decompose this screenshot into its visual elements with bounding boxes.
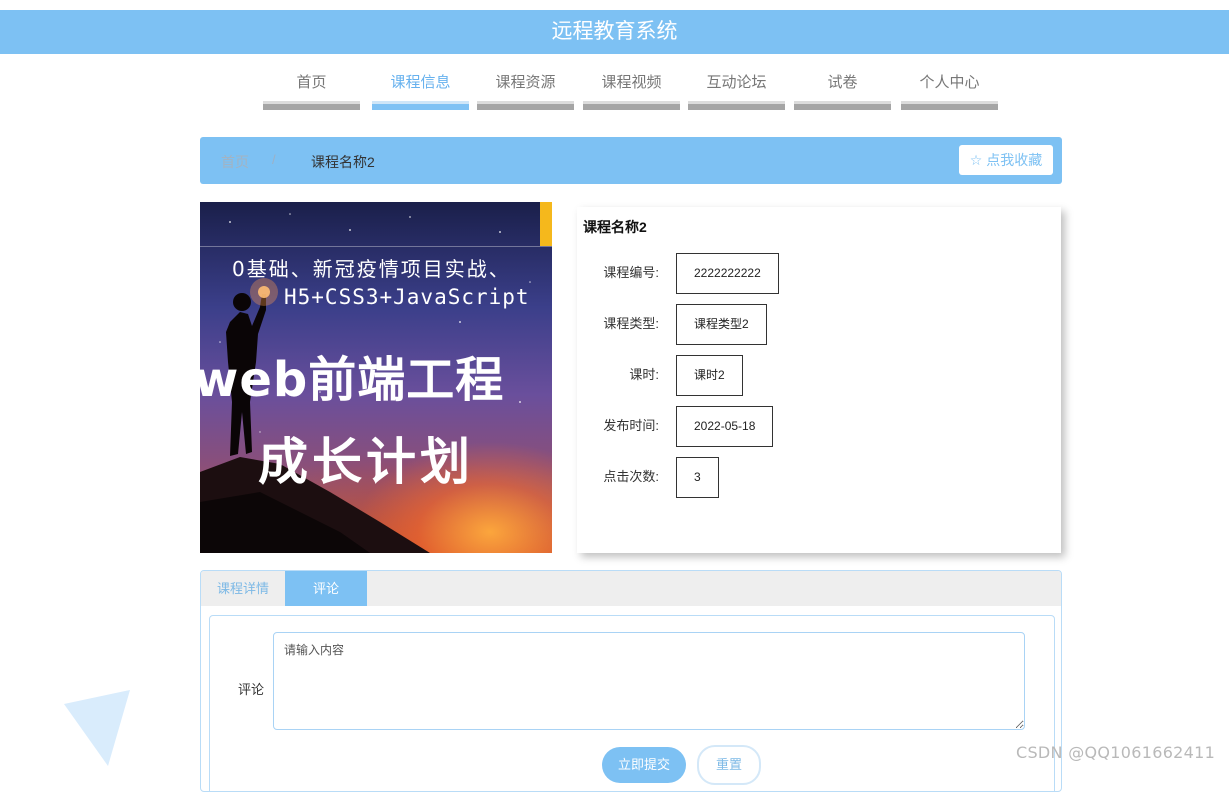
nav-item-underline bbox=[688, 101, 785, 110]
course-title: 课程名称2 bbox=[583, 219, 647, 235]
nav-item-course-info[interactable]: 课程信息 bbox=[372, 72, 469, 110]
nav-item-forum[interactable]: 互动论坛 bbox=[688, 72, 785, 110]
cover-text-line3: web前端工程 bbox=[200, 352, 505, 408]
cover-corner-tag bbox=[540, 202, 552, 246]
favorite-button[interactable]: ☆ 点我收藏 bbox=[959, 145, 1053, 175]
nav-item-label: 试卷 bbox=[827, 74, 858, 91]
site-header: 远程教育系统 bbox=[0, 10, 1229, 54]
cover-text-line1: 0基础、新冠疫情项目实战、 bbox=[232, 257, 511, 281]
nav-item-exam[interactable]: 试卷 bbox=[794, 72, 891, 110]
info-value: 3 bbox=[676, 457, 719, 498]
nav-item-home[interactable]: 首页 bbox=[263, 72, 360, 110]
nav-item-profile[interactable]: 个人中心 bbox=[901, 72, 998, 110]
main-nav: 首页 课程信息 课程资源 课程视频 互动论坛 试卷 个人中心 bbox=[0, 72, 1229, 112]
info-label: 课时: bbox=[629, 367, 659, 382]
cover-divider bbox=[200, 246, 552, 247]
comment-label: 评论 bbox=[238, 682, 265, 697]
comment-form: 评论 立即提交 重置 bbox=[209, 615, 1055, 791]
comment-textarea[interactable] bbox=[273, 632, 1025, 730]
nav-item-underline bbox=[263, 101, 360, 110]
info-label: 发布时间: bbox=[603, 418, 659, 433]
favorite-button-label: ☆ 点我收藏 bbox=[969, 152, 1043, 168]
course-tabs-panel: 课程详情 评论 评论 立即提交 重置 bbox=[200, 570, 1062, 792]
nav-item-course-resources[interactable]: 课程资源 bbox=[477, 72, 574, 110]
nav-item-label: 课程资源 bbox=[495, 74, 556, 91]
nav-item-label: 课程视频 bbox=[601, 74, 662, 91]
reset-button[interactable]: 重置 bbox=[697, 745, 761, 785]
tabs-header: 课程详情 评论 bbox=[201, 571, 1061, 606]
nav-item-label: 互动论坛 bbox=[706, 74, 767, 91]
nav-item-label: 课程信息 bbox=[390, 74, 451, 91]
nav-item-label: 个人中心 bbox=[919, 74, 980, 91]
info-value: 2222222222 bbox=[676, 253, 779, 294]
course-cover-image: 0基础、新冠疫情项目实战、 H5+CSS3+JavaScript web前端工程… bbox=[200, 202, 552, 553]
csdn-watermark: CSDN @QQ1061662411 bbox=[1016, 743, 1216, 762]
info-value: 课程类型2 bbox=[676, 304, 767, 345]
cover-text-line2: H5+CSS3+JavaScript bbox=[284, 285, 530, 309]
info-label: 课程类型: bbox=[603, 316, 659, 331]
top-band bbox=[0, 0, 1229, 10]
nav-item-label: 首页 bbox=[296, 74, 327, 91]
breadcrumb-current: 课程名称2 bbox=[311, 154, 375, 170]
submit-button[interactable]: 立即提交 bbox=[602, 747, 686, 783]
breadcrumb: 首页 / 课程名称2 ☆ 点我收藏 bbox=[200, 137, 1062, 184]
cover-text-line4: 成长计划 bbox=[258, 433, 474, 491]
course-info-card: 课程名称2 课程编号: 2222222222 课程类型: 课程类型2 课时: 课… bbox=[577, 207, 1061, 553]
nav-item-underline bbox=[372, 101, 469, 110]
decorative-triangle bbox=[64, 690, 130, 766]
nav-item-underline bbox=[477, 101, 574, 110]
breadcrumb-separator: / bbox=[272, 152, 276, 167]
info-value: 2022-05-18 bbox=[676, 406, 774, 447]
nav-item-course-videos[interactable]: 课程视频 bbox=[583, 72, 680, 110]
nav-item-underline bbox=[794, 101, 891, 110]
info-label: 课程编号: bbox=[603, 265, 659, 280]
tab-course-detail[interactable]: 课程详情 bbox=[201, 571, 285, 606]
info-value: 课时2 bbox=[676, 355, 743, 396]
site-title: 远程教育系统 bbox=[551, 20, 678, 43]
breadcrumb-home-link[interactable]: 首页 bbox=[221, 152, 249, 172]
info-label: 点击次数: bbox=[603, 469, 659, 484]
nav-item-underline bbox=[901, 101, 998, 110]
tab-comment[interactable]: 评论 bbox=[285, 571, 367, 606]
nav-item-underline bbox=[583, 101, 680, 110]
